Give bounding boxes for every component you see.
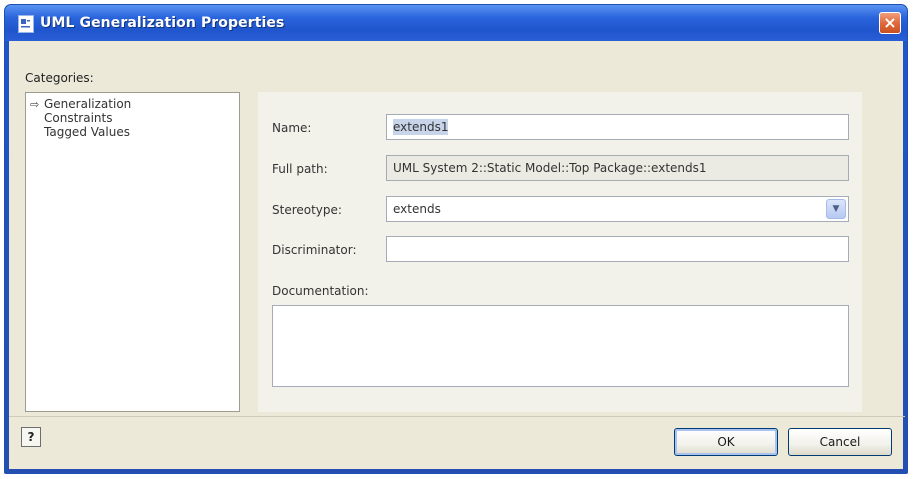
arrow-right-icon: ⇨ [30, 98, 40, 111]
documentation-textarea[interactable] [272, 305, 849, 387]
categories-label-visible: Categories: [25, 71, 94, 85]
tree-item-label: Tagged Values [44, 125, 130, 139]
categories-tree[interactable]: ⇨ Generalization Constraints Tagged Value… [25, 92, 240, 412]
tree-item-constraints[interactable]: Constraints [30, 111, 239, 125]
stereotype-select[interactable]: extends ▼ [386, 196, 849, 222]
footer-separator [9, 416, 905, 417]
discriminator-label: Discriminator: [272, 243, 357, 257]
name-label: Name: [272, 121, 312, 135]
tree-item-tagged-values[interactable]: Tagged Values [30, 125, 239, 139]
stereotype-value: extends [393, 202, 441, 216]
discriminator-input[interactable] [386, 236, 849, 262]
name-input[interactable]: extends1 [386, 114, 849, 140]
tree-item-generalization[interactable]: ⇨ Generalization [30, 97, 239, 111]
chevron-down-icon[interactable]: ▼ [826, 199, 846, 219]
dialog-content: ⇨ Generalization Constraints Tagged Value… [0, 0, 914, 479]
full-path-field: UML System 2::Static Model::Top Package:… [386, 155, 849, 181]
tree-item-label: Constraints [44, 111, 113, 125]
help-button[interactable]: ? [21, 427, 41, 447]
cancel-button[interactable]: Cancel [788, 428, 892, 456]
stereotype-label: Stereotype: [272, 203, 342, 217]
ok-button[interactable]: OK [674, 428, 778, 456]
full-path-label: Full path: [272, 162, 328, 176]
tree-item-label: Generalization [44, 97, 132, 111]
documentation-label: Documentation: [272, 284, 369, 298]
name-value: extends1 [393, 119, 449, 135]
